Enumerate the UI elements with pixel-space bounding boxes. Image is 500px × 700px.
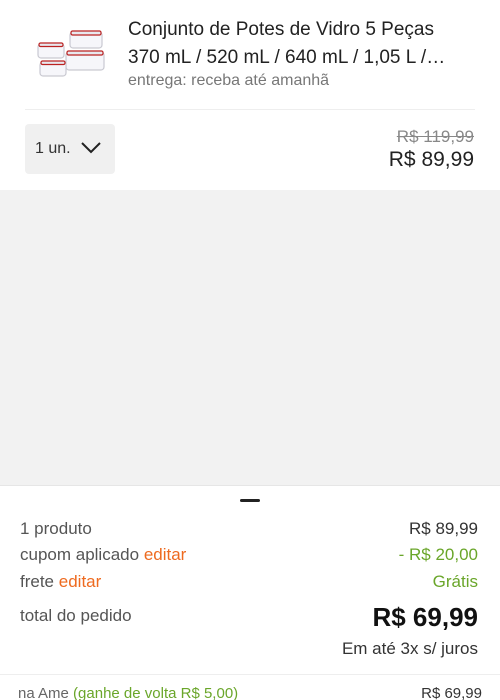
product-title[interactable]: Conjunto de Potes de Vidro 5 Peças 370 m… <box>128 16 468 72</box>
total-value: R$ 69,99 <box>372 602 478 632</box>
ame-label: na Ame <box>18 685 69 700</box>
products-value: R$ 89,99 <box>409 519 478 538</box>
chevron-down-icon <box>81 142 101 154</box>
old-price: R$ 119,99 <box>396 127 474 146</box>
delivery-info: entrega: receba até amanhã <box>128 72 330 89</box>
drag-handle[interactable] <box>240 499 260 502</box>
shipping-value: Grátis <box>432 572 478 591</box>
product-card: Conjunto de Potes de Vidro 5 Peças 370 m… <box>0 0 500 190</box>
cart-page: Conjunto de Potes de Vidro 5 Peças 370 m… <box>0 0 500 700</box>
quantity-value: 1 un. <box>35 140 71 157</box>
coupon-edit-link[interactable]: editar <box>144 545 187 564</box>
empty-area <box>0 190 500 485</box>
products-label: 1 produto <box>20 519 92 538</box>
installments-info: Em até 3x s/ juros <box>341 639 478 658</box>
product-image[interactable] <box>30 22 110 84</box>
shipping-edit-link[interactable]: editar <box>59 572 102 591</box>
divider <box>25 109 475 110</box>
order-summary-sheet: 1 produto R$ 89,99 cupom aplicado editar… <box>0 485 500 700</box>
coupon-value: - R$ 20,00 <box>398 545 478 564</box>
shipping-label: frete <box>20 572 55 591</box>
coupon-label: cupom aplicado <box>20 545 140 564</box>
total-label: total do pedido <box>20 606 132 625</box>
ame-row: na Ame (ganhe de volta R$ 5,00) R$ 69,99 <box>0 674 500 700</box>
ame-label-wrap: na Ame (ganhe de volta R$ 5,00) <box>18 685 238 700</box>
shipping-label-wrap: frete editar <box>20 572 101 592</box>
coupon-label-wrap: cupom aplicado editar <box>20 545 186 565</box>
total-row: total do pedido R$ 69,99 <box>20 602 480 638</box>
current-price: R$ 89,99 <box>388 148 474 171</box>
quantity-selector[interactable]: 1 un. <box>25 124 115 174</box>
ame-value: R$ 69,99 <box>421 685 482 700</box>
ame-cashback: (ganhe de volta R$ 5,00) <box>73 685 239 700</box>
